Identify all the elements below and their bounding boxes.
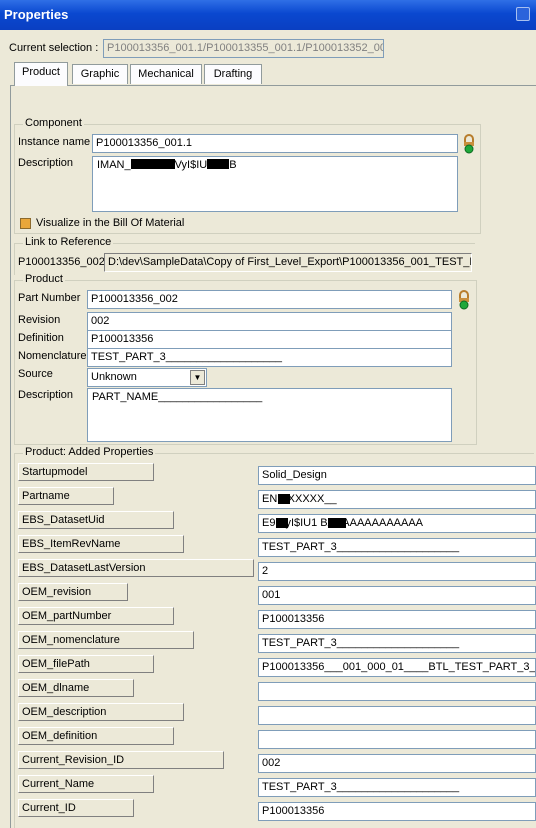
property-name: Current_ID	[18, 799, 134, 817]
nomenclature-input[interactable]: TEST_PART_3___________________	[87, 348, 452, 367]
property-value-input[interactable]: Solid_Design	[258, 466, 536, 485]
property-value-input[interactable]: EN XXXXXX__	[258, 490, 536, 509]
component-description-textarea[interactable]: IMAN_ VyI$IU B	[92, 156, 458, 212]
property-name: Startupmodel	[18, 463, 154, 481]
property-value-input[interactable]: 001	[258, 586, 536, 605]
tab-mechanical[interactable]: Mechanical	[130, 64, 202, 84]
component-group-title: Component	[23, 117, 84, 129]
definition-input[interactable]: P100013356	[87, 330, 452, 349]
revision-label: Revision	[18, 314, 61, 326]
lock-icon[interactable]	[462, 134, 476, 154]
instance-name-input[interactable]: P100013356_001.1	[92, 134, 458, 153]
tab-graphic[interactable]: Graphic	[72, 64, 128, 84]
link-path-field: D:\dev\SampleData\Copy of First_Level_Ex…	[104, 253, 472, 272]
window-control-button[interactable]	[516, 7, 530, 21]
current-selection-field: P100013356_001.1/P100013355_001.1/P10001…	[103, 39, 384, 58]
redaction-mark	[276, 518, 288, 528]
window-titlebar: Properties	[0, 0, 536, 30]
property-name: OEM_description	[18, 703, 184, 721]
redaction-mark	[328, 518, 346, 528]
property-name: EBS_DatasetLastVersion	[18, 559, 254, 577]
property-value-input[interactable]: P100013356	[258, 802, 536, 821]
chevron-down-icon[interactable]: ▼	[190, 370, 205, 385]
property-value-input[interactable]: P100013356	[258, 610, 536, 629]
current-selection-label: Current selection :	[9, 42, 99, 54]
property-name: EBS_ItemRevName	[18, 535, 184, 553]
component-description-label: Description	[18, 157, 74, 169]
source-value: Unknown	[91, 371, 137, 383]
property-name: OEM_revision	[18, 583, 128, 601]
property-value-input[interactable]: 002	[258, 754, 536, 773]
property-value-input[interactable]	[258, 682, 536, 701]
description-text-part: IMAN_	[97, 159, 131, 171]
description-text-part: VyI$IU	[174, 159, 208, 171]
part-number-label: Part Number	[18, 292, 81, 304]
lock-icon[interactable]	[457, 290, 471, 310]
property-value-input[interactable]: TEST_PART_3____________________	[258, 538, 536, 557]
definition-label: Definition	[18, 332, 64, 344]
product-description-textarea[interactable]: PART_NAME_________________	[87, 388, 452, 442]
redaction-mark	[278, 494, 290, 504]
tab-product[interactable]: Product	[14, 62, 68, 86]
property-name: Current_Revision_ID	[18, 751, 224, 769]
property-name: OEM_dlname	[18, 679, 134, 697]
source-select[interactable]: Unknown ▼	[87, 368, 207, 387]
bom-checkbox[interactable]	[20, 218, 31, 229]
product-group-title: Product	[23, 273, 65, 285]
property-value-input[interactable]: E9 VyI$IU1 BAAAAAAAAAAAAA	[258, 514, 536, 533]
property-name: OEM_definition	[18, 727, 174, 745]
property-value-input[interactable]: TEST_PART_3____________________	[258, 778, 536, 797]
property-value-input[interactable]: 2	[258, 562, 536, 581]
property-name: Current_Name	[18, 775, 154, 793]
bom-label: Visualize in the Bill Of Material	[36, 217, 185, 229]
description-text-part: B	[229, 159, 237, 171]
instance-name-label: Instance name	[18, 136, 91, 148]
property-value-input[interactable]: P100013356___001_000_01____BTL_TEST_PART…	[258, 658, 536, 677]
link-group-title: Link to Reference	[23, 236, 114, 248]
revision-input[interactable]: 002	[87, 312, 452, 331]
redaction-mark	[130, 159, 175, 169]
added-properties-title: Product: Added Properties	[23, 446, 156, 458]
property-name: EBS_DatasetUid	[18, 511, 174, 529]
property-value-text: EN XXXXXX__	[262, 493, 337, 505]
property-name: OEM_nomenclature	[18, 631, 194, 649]
property-name: OEM_partNumber	[18, 607, 174, 625]
property-value-input[interactable]	[258, 730, 536, 749]
tab-drafting[interactable]: Drafting	[204, 64, 262, 84]
property-name: Partname	[18, 487, 114, 505]
source-label: Source	[18, 368, 53, 380]
link-id-label: P100013356_002	[18, 256, 105, 268]
nomenclature-label: Nomenclature	[18, 350, 87, 362]
product-description-label: Description	[18, 389, 74, 401]
part-number-input[interactable]: P100013356_002	[87, 290, 452, 309]
property-name: OEM_filePath	[18, 655, 154, 673]
property-value-input[interactable]: TEST_PART_3____________________	[258, 634, 536, 653]
redaction-mark	[207, 159, 230, 169]
window-title: Properties	[4, 7, 69, 22]
property-value-input[interactable]	[258, 706, 536, 725]
